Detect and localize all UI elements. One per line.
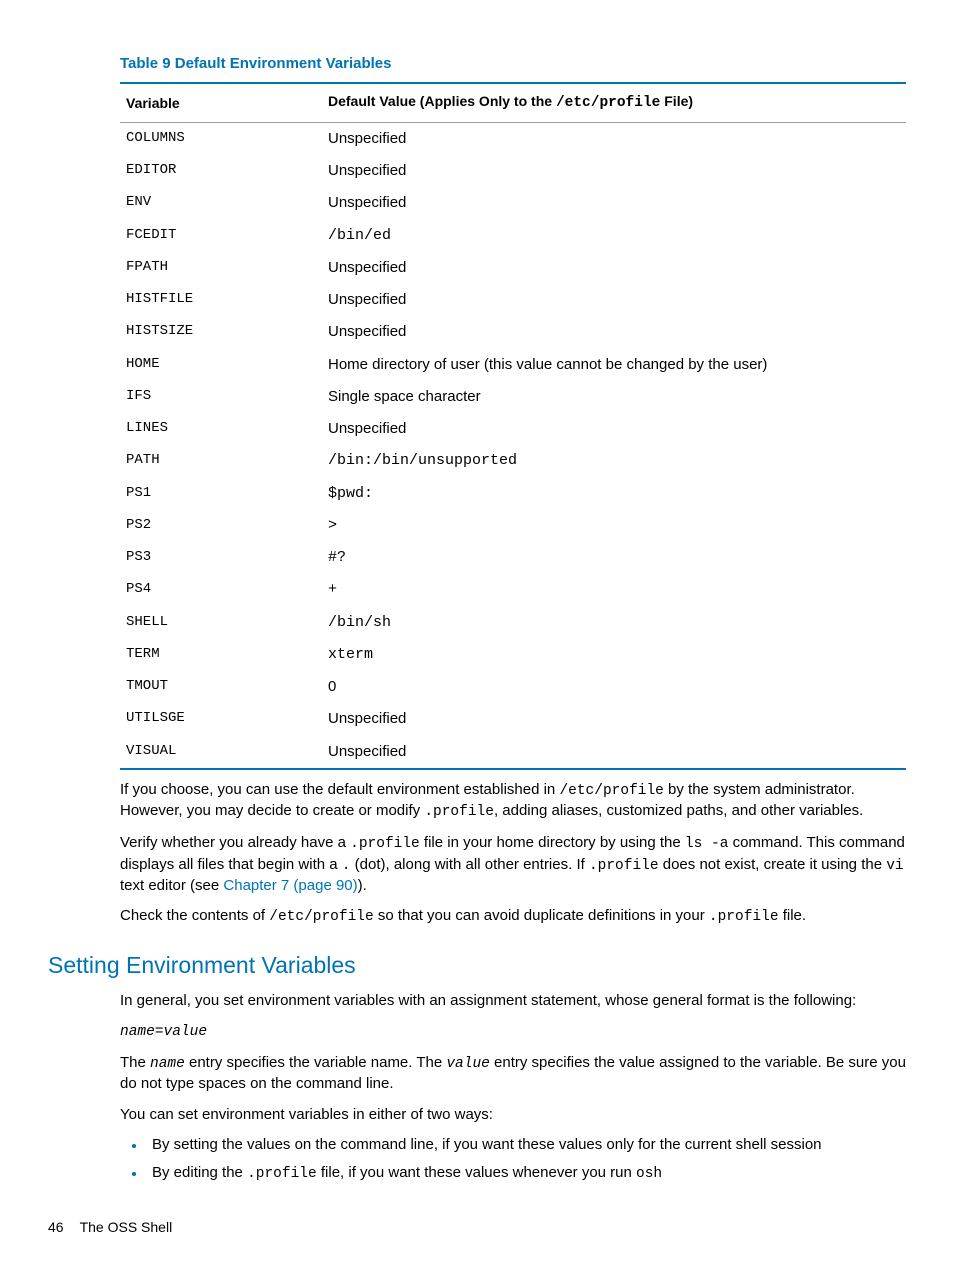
table-row: VISUALUnspecified [120,736,906,769]
link-chapter-7[interactable]: Chapter 7 (page 90) [223,877,357,894]
cell-default: Unspecified [322,155,906,187]
cell-default: 0 [322,671,906,703]
paragraph: If you choose, you can use the default e… [120,780,906,823]
table-row: FCEDIT/bin/ed [120,220,906,252]
cell-variable: PATH [120,445,322,477]
cell-variable: PS4 [120,574,322,606]
cell-variable: TMOUT [120,671,322,703]
cell-variable: PS3 [120,542,322,574]
cell-variable: VISUAL [120,736,322,769]
table-row: ENVUnspecified [120,187,906,219]
cell-default: Unspecified [322,252,906,284]
cell-default: > [322,510,906,542]
cell-variable: FCEDIT [120,220,322,252]
cell-variable: COLUMNS [120,122,322,155]
cell-default: Unspecified [322,413,906,445]
table-row: EDITORUnspecified [120,155,906,187]
cell-variable: PS2 [120,510,322,542]
cell-variable: LINES [120,413,322,445]
cell-variable: TERM [120,639,322,671]
cell-default: /bin/sh [322,607,906,639]
paragraph: You can set environment variables in eit… [120,1105,906,1125]
syntax-line: name=value [120,1021,906,1043]
list-item: By setting the values on the command lin… [146,1135,906,1155]
table-row: HISTSIZEUnspecified [120,316,906,348]
cell-default: Single space character [322,381,906,413]
paragraph: Check the contents of /etc/profile so th… [120,906,906,928]
cell-variable: FPATH [120,252,322,284]
table-block: Table 9 Default Environment Variables Va… [120,54,906,770]
cell-variable: ENV [120,187,322,219]
list-item: By editing the .profile file, if you wan… [146,1163,906,1185]
paragraph: In general, you set environment variable… [120,991,906,1011]
cell-variable: SHELL [120,607,322,639]
body-text: If you choose, you can use the default e… [120,780,906,928]
table-row: PATH/bin:/bin/unsupported [120,445,906,477]
paragraph: The name entry specifies the variable na… [120,1053,906,1095]
table-row: IFSSingle space character [120,381,906,413]
cell-default: Home directory of user (this value canno… [322,349,906,381]
table-row: LINESUnspecified [120,413,906,445]
cell-default: #? [322,542,906,574]
cell-default: Unspecified [322,736,906,769]
table-row: FPATHUnspecified [120,252,906,284]
cell-variable: HISTFILE [120,284,322,316]
cell-default: $pwd: [322,478,906,510]
table-row: HOMEHome directory of user (this value c… [120,349,906,381]
col-default: Default Value (Applies Only to the /etc/… [322,83,906,122]
cell-variable: HOME [120,349,322,381]
table-row: PS3#? [120,542,906,574]
cell-variable: PS1 [120,478,322,510]
cell-default: Unspecified [322,316,906,348]
section-body: In general, you set environment variable… [120,991,906,1185]
env-table: Variable Default Value (Applies Only to … [120,82,906,770]
table-row: TERMxterm [120,639,906,671]
chapter-title: The OSS Shell [80,1219,173,1235]
table-row: UTILSGEUnspecified [120,703,906,735]
paragraph: Verify whether you already have a .profi… [120,833,906,896]
bullet-list: By setting the values on the command lin… [120,1135,906,1185]
table-row: TMOUT0 [120,671,906,703]
table-row: SHELL/bin/sh [120,607,906,639]
table-row: COLUMNSUnspecified [120,122,906,155]
table-caption: Table 9 Default Environment Variables [120,54,906,74]
cell-default: xterm [322,639,906,671]
cell-default: /bin/ed [322,220,906,252]
page-number: 46 [48,1219,64,1235]
table-header-row: Variable Default Value (Applies Only to … [120,83,906,122]
cell-default: Unspecified [322,122,906,155]
cell-default: Unspecified [322,284,906,316]
table-row: HISTFILEUnspecified [120,284,906,316]
table-row: PS1$pwd: [120,478,906,510]
cell-default: Unspecified [322,187,906,219]
cell-default: /bin:/bin/unsupported [322,445,906,477]
table-row: PS2> [120,510,906,542]
cell-default: Unspecified [322,703,906,735]
cell-variable: EDITOR [120,155,322,187]
table-row: PS4+ [120,574,906,606]
cell-variable: HISTSIZE [120,316,322,348]
cell-variable: UTILSGE [120,703,322,735]
col-variable: Variable [120,83,322,122]
section-heading: Setting Environment Variables [48,950,906,981]
cell-variable: IFS [120,381,322,413]
page-footer: 46 The OSS Shell [48,1218,172,1237]
cell-default: + [322,574,906,606]
